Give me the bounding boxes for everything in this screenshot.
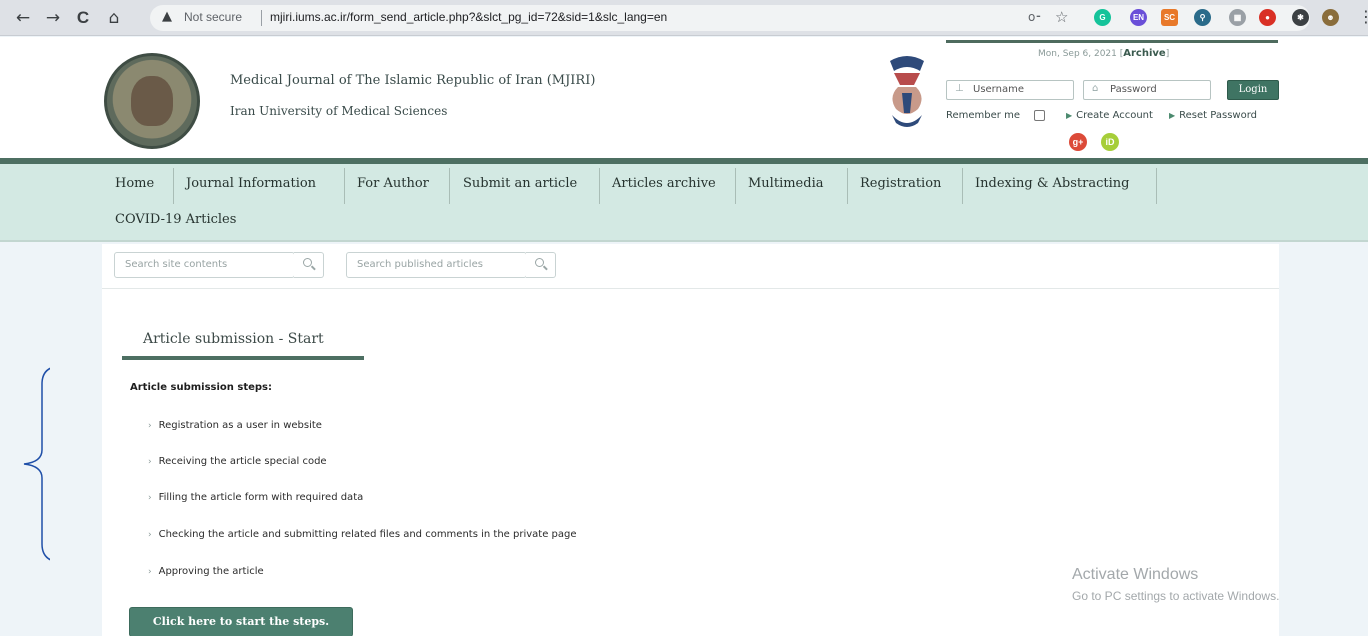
chevron-right-icon: › (148, 421, 152, 431)
bookmark-star-icon[interactable]: ☆ (1055, 8, 1068, 26)
login-button[interactable]: Login (1227, 80, 1279, 100)
triangle-right-icon: ▶ (1169, 111, 1176, 120)
journal-subtitle: Iran University of Medical Sciences (230, 104, 448, 118)
chevron-right-icon: › (148, 530, 152, 540)
nav-divider (1156, 168, 1157, 204)
profile-avatar[interactable]: ☻ (1322, 9, 1339, 26)
step-item: › Registration as a user in website (148, 420, 322, 431)
browser-toolbar: ← → C ⌂ ▲ Not secure mjiri.iums.ac.ir/fo… (0, 0, 1368, 36)
step-item: › Approving the article (148, 566, 264, 577)
back-arrow-icon[interactable]: ← (12, 7, 34, 29)
password-field[interactable]: ⌂ Password (1083, 80, 1211, 100)
nav-divider (599, 168, 600, 204)
nav-indexing-abstracting[interactable]: Indexing & Abstracting (975, 176, 1129, 191)
reload-icon[interactable]: C (72, 7, 94, 29)
key-icon[interactable]: o⁃ (1028, 10, 1041, 24)
en-extension-icon[interactable]: EN (1130, 9, 1147, 26)
nav-articles-archive[interactable]: Articles archive (612, 176, 716, 191)
puzzle-icon[interactable]: ✱ (1292, 9, 1309, 26)
browser-menu-icon[interactable]: ⋮ (1358, 7, 1368, 26)
site-search-button[interactable] (294, 252, 324, 278)
site-search-input[interactable]: Search site contents (114, 252, 295, 278)
steps-heading: Article submission steps: (130, 382, 273, 393)
address-separator (261, 10, 262, 26)
marker-extension-icon[interactable]: ● (1259, 9, 1276, 26)
user-icon: ⊥ (955, 83, 964, 94)
nav-divider (173, 168, 174, 204)
grid-extension-icon[interactable]: ▦ (1229, 9, 1246, 26)
step-item: › Checking the article and submitting rel… (148, 529, 577, 540)
page-title: Article submission - Start (143, 331, 324, 347)
remember-me-checkbox[interactable] (1034, 110, 1045, 121)
username-field[interactable]: ⊥ Username (946, 80, 1074, 100)
username-placeholder: Username (973, 84, 1024, 95)
nav-submit-article[interactable]: Submit an article (463, 176, 577, 191)
create-account-link[interactable]: ▶ Create Account (1066, 110, 1153, 121)
security-warning-icon[interactable]: ▲ (162, 9, 172, 24)
content-divider (102, 288, 1279, 289)
nav-covid-19-articles[interactable]: COVID-19 Articles (115, 212, 236, 227)
nav-for-author[interactable]: For Author (357, 176, 429, 191)
search-icon (535, 258, 544, 267)
page-title-underline (122, 356, 364, 360)
home-icon[interactable]: ⌂ (103, 7, 125, 29)
step-item: › Filling the article form with required … (148, 492, 364, 503)
nav-divider (735, 168, 736, 204)
orcid-icon[interactable]: iD (1101, 133, 1119, 151)
journal-title: Medical Journal of The Islamic Republic … (230, 73, 596, 88)
search-icon (303, 258, 312, 267)
logo-portrait (131, 76, 173, 126)
remember-me-label: Remember me (946, 110, 1020, 121)
password-placeholder: Password (1110, 84, 1157, 95)
forward-arrow-icon[interactable]: → (42, 7, 64, 29)
reset-password-link[interactable]: ▶ Reset Password (1169, 110, 1257, 121)
articles-search-input[interactable]: Search published articles (346, 252, 527, 278)
nav-divider (847, 168, 848, 204)
activate-windows-title: Activate Windows (1072, 566, 1199, 583)
nav-divider (344, 168, 345, 204)
activate-windows-subtitle: Go to PC settings to activate Windows. (1072, 589, 1280, 603)
triangle-right-icon: ▶ (1066, 111, 1073, 120)
nav-divider (449, 168, 450, 204)
sc-extension-icon[interactable]: SC (1161, 9, 1178, 26)
chevron-right-icon: › (148, 567, 152, 577)
nav-journal-information[interactable]: Journal Information (186, 176, 316, 191)
nav-multimedia[interactable]: Multimedia (748, 176, 823, 191)
nav-registration[interactable]: Registration (860, 176, 941, 191)
login-top-rule (946, 40, 1278, 43)
pin-extension-icon[interactable]: ⚲ (1194, 9, 1211, 26)
step-item: › Receiving the article special code (148, 456, 327, 467)
security-label[interactable]: Not secure (184, 10, 242, 24)
url-text[interactable]: mjiri.iums.ac.ir/form_send_article.php?&… (270, 10, 667, 24)
journal-logo[interactable] (104, 53, 200, 149)
date-display: Mon, Sep 6, 2021 [Archive] (1038, 48, 1170, 59)
google-plus-icon[interactable]: g+ (1069, 133, 1087, 151)
nav-divider (962, 168, 963, 204)
chevron-right-icon: › (148, 493, 152, 503)
annotation-bracket (23, 367, 50, 561)
lock-icon: ⌂ (1092, 83, 1099, 94)
archive-link[interactable]: Archive (1123, 48, 1165, 59)
nav-home[interactable]: Home (115, 176, 154, 191)
chevron-right-icon: › (148, 457, 152, 467)
articles-search-button[interactable] (526, 252, 556, 278)
university-logo (890, 56, 924, 127)
grammarly-icon[interactable]: G (1094, 9, 1111, 26)
start-steps-button[interactable]: Click here to start the steps. (129, 607, 353, 636)
